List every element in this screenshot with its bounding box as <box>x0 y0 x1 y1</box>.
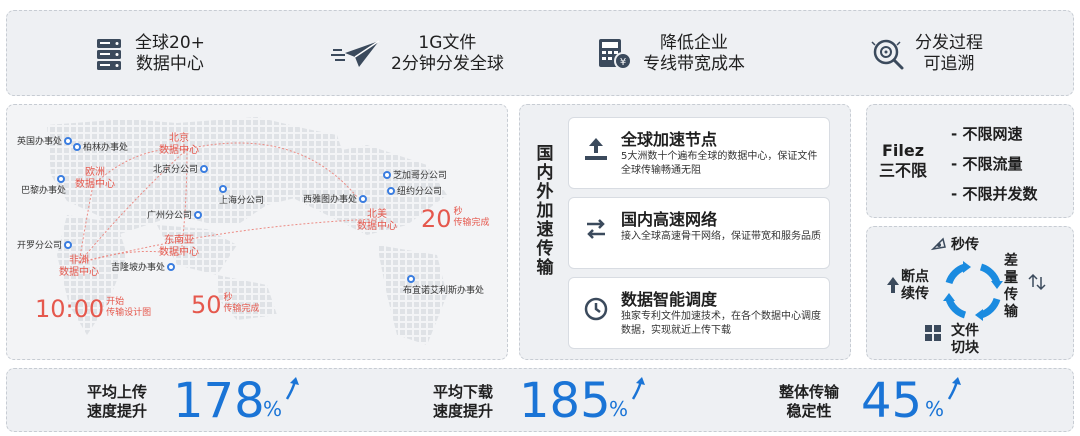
vertical-title-char: 国 <box>536 144 554 164</box>
server-icon <box>97 39 121 70</box>
paper-plane-icon <box>331 40 380 67</box>
trace-search-icon <box>871 39 904 70</box>
list-item: - 不限流量 <box>951 155 1023 173</box>
feature-data-centers: 全球20+ 数据中心 <box>93 11 205 97</box>
label-instant-transfer: 秒传 <box>951 237 979 253</box>
transfer-features-cycle: 秒传 断点 续传 差量传输 文件 切块 <box>866 226 1074 360</box>
stat-label: 平均下载 速度提升 <box>433 383 494 420</box>
vertical-title-char: 输 <box>536 258 554 278</box>
acceleration-panel: 国内外加速传输 全球加速节点 5大洲数十个遍布全球的数据中心，保证文件全球传输畅… <box>519 104 851 360</box>
world-map: 英国办事处 柏林办事处 巴黎办事处 北京分公司 上海分公司 广州分公司 开罗分公… <box>6 104 508 360</box>
card-global-nodes: 全球加速节点 5大洲数十个遍布全球的数据中心，保证文件全球传输畅通无阻 <box>568 117 830 189</box>
stat-upload: 平均上传 速度提升 178 % <box>87 369 347 433</box>
stat-download: 平均下载 速度提升 185 % <box>433 369 693 433</box>
stat-stability: 整体传输 稳定性 45 % <box>779 369 1019 433</box>
feature-traceable: 分发过程 可追溯 <box>871 11 983 97</box>
clock-schedule-icon <box>584 297 608 321</box>
office-pin: 广州分公司 <box>147 211 204 222</box>
feature-text: 全球20+ 数据中心 <box>135 33 205 74</box>
hub-label: 北京 数据中心 <box>159 133 199 156</box>
hub-label: 欧洲 数据中心 <box>75 167 115 190</box>
stats-bar: 平均上传 速度提升 178 % 平均下载 速度提升 185 % 整体传输 稳定性 45… <box>6 368 1074 432</box>
filez-title: Filez 三不限 <box>879 141 928 180</box>
office-pin: 上海分公司 <box>219 185 264 207</box>
label-resume: 断点 续传 <box>901 269 929 302</box>
card-smart-scheduling: 数据智能调度 独家专利文件加速技术，在各个数据中心调度数据，实现就近上传下载 <box>568 277 830 349</box>
feature-text: 分发过程 可追溯 <box>915 33 983 74</box>
trend-up-icon <box>947 377 961 400</box>
feature-bar: 全球20+ 数据中心 1G文件 2分钟分发全球 ¥ 降低企业 专线带宽成本 分发过程可… <box>6 10 1074 96</box>
trend-up-icon <box>285 377 299 400</box>
stat-label: 整体传输 稳定性 <box>779 383 840 420</box>
office-pin: 芝加哥分公司 <box>383 171 447 182</box>
stat-value: 185 <box>519 373 611 429</box>
office-pin: 布宜诺艾利斯办事处 <box>403 275 484 297</box>
card-title: 数据智能调度 <box>621 290 718 309</box>
card-title: 国内高速网络 <box>621 210 718 229</box>
office-pin: 巴黎办事处 <box>21 175 67 197</box>
feature-fast-distribution: 1G文件 2分钟分发全球 <box>331 11 504 97</box>
feature-lower-cost: ¥ 降低企业 专线带宽成本 <box>597 11 745 97</box>
hub-label: 非洲 数据中心 <box>59 255 99 278</box>
feature-text: 1G文件 2分钟分发全球 <box>391 33 504 74</box>
stat-unit: % <box>609 397 629 421</box>
card-desc: 5大洲数十个遍布全球的数据中心，保证文件全球传输畅通无阻 <box>621 151 818 176</box>
stat-unit: % <box>263 397 283 421</box>
office-pin: 开罗分公司 <box>17 241 74 252</box>
hub-label: 北美 数据中心 <box>357 209 397 232</box>
filez-unlimited-panel: Filez 三不限 - 不限网速 - 不限流量 - 不限并发数 <box>866 104 1074 218</box>
label-file-chunking: 文件 切块 <box>951 323 979 356</box>
stat-label: 平均上传 速度提升 <box>87 383 148 420</box>
list-item: - 不限并发数 <box>951 185 1038 203</box>
card-title: 全球加速节点 <box>621 130 718 149</box>
up-down-arrows-icon <box>1028 273 1046 291</box>
chunk-blocks-icon <box>925 325 941 341</box>
feature-text: 降低企业 专线带宽成本 <box>643 33 745 74</box>
swap-arrows-icon <box>587 219 605 239</box>
card-domestic-network: 国内高速网络 接入全球高速骨干网络，保证带宽和服务品质 <box>568 197 830 269</box>
label-delta-transfer: 差量传输 <box>1004 253 1018 320</box>
trend-up-icon <box>631 377 645 400</box>
office-pin: 柏林办事处 <box>73 143 128 154</box>
office-pin: 北京分公司 <box>153 165 210 176</box>
vertical-title-char: 外 <box>536 182 554 202</box>
timer-start: 10:00 开始 传输设计图 <box>35 295 152 323</box>
unlimited-list: - 不限网速 - 不限流量 - 不限并发数 <box>951 119 1037 209</box>
vertical-title-char: 内 <box>536 163 554 183</box>
card-desc: 接入全球高速骨干网络，保证带宽和服务品质 <box>621 231 821 242</box>
card-desc: 独家专利文件加速技术，在各个数据中心调度数据，实现就近上传下载 <box>621 311 821 336</box>
svg-text:¥: ¥ <box>620 57 626 68</box>
stat-value: 178 <box>173 373 265 429</box>
vertical-title-char: 加 <box>536 201 554 221</box>
calculator-cost-icon: ¥ <box>599 39 632 70</box>
vertical-title-char: 速 <box>536 220 554 240</box>
vertical-title-char: 传 <box>536 239 554 259</box>
vertical-title: 国内外加速传输 <box>534 145 556 278</box>
timer-20s: 20 秒传输完成 <box>421 205 490 233</box>
hub-label: 东南亚 数据中心 <box>159 235 199 258</box>
office-pin: 英国办事处 <box>17 137 74 148</box>
office-pin: 吉隆坡办事处 <box>111 263 177 274</box>
timer-50s: 50 秒传输完成 <box>191 291 260 319</box>
office-pin: 西雅图办事处 <box>303 195 369 206</box>
rocket-icon <box>930 237 946 251</box>
upload-node-icon <box>585 138 607 160</box>
upload-arrow-icon <box>887 277 899 293</box>
office-pin: 纽约分公司 <box>387 187 442 198</box>
list-item: - 不限网速 <box>951 125 1023 143</box>
stat-unit: % <box>925 397 945 421</box>
stat-value: 45 <box>861 373 923 429</box>
